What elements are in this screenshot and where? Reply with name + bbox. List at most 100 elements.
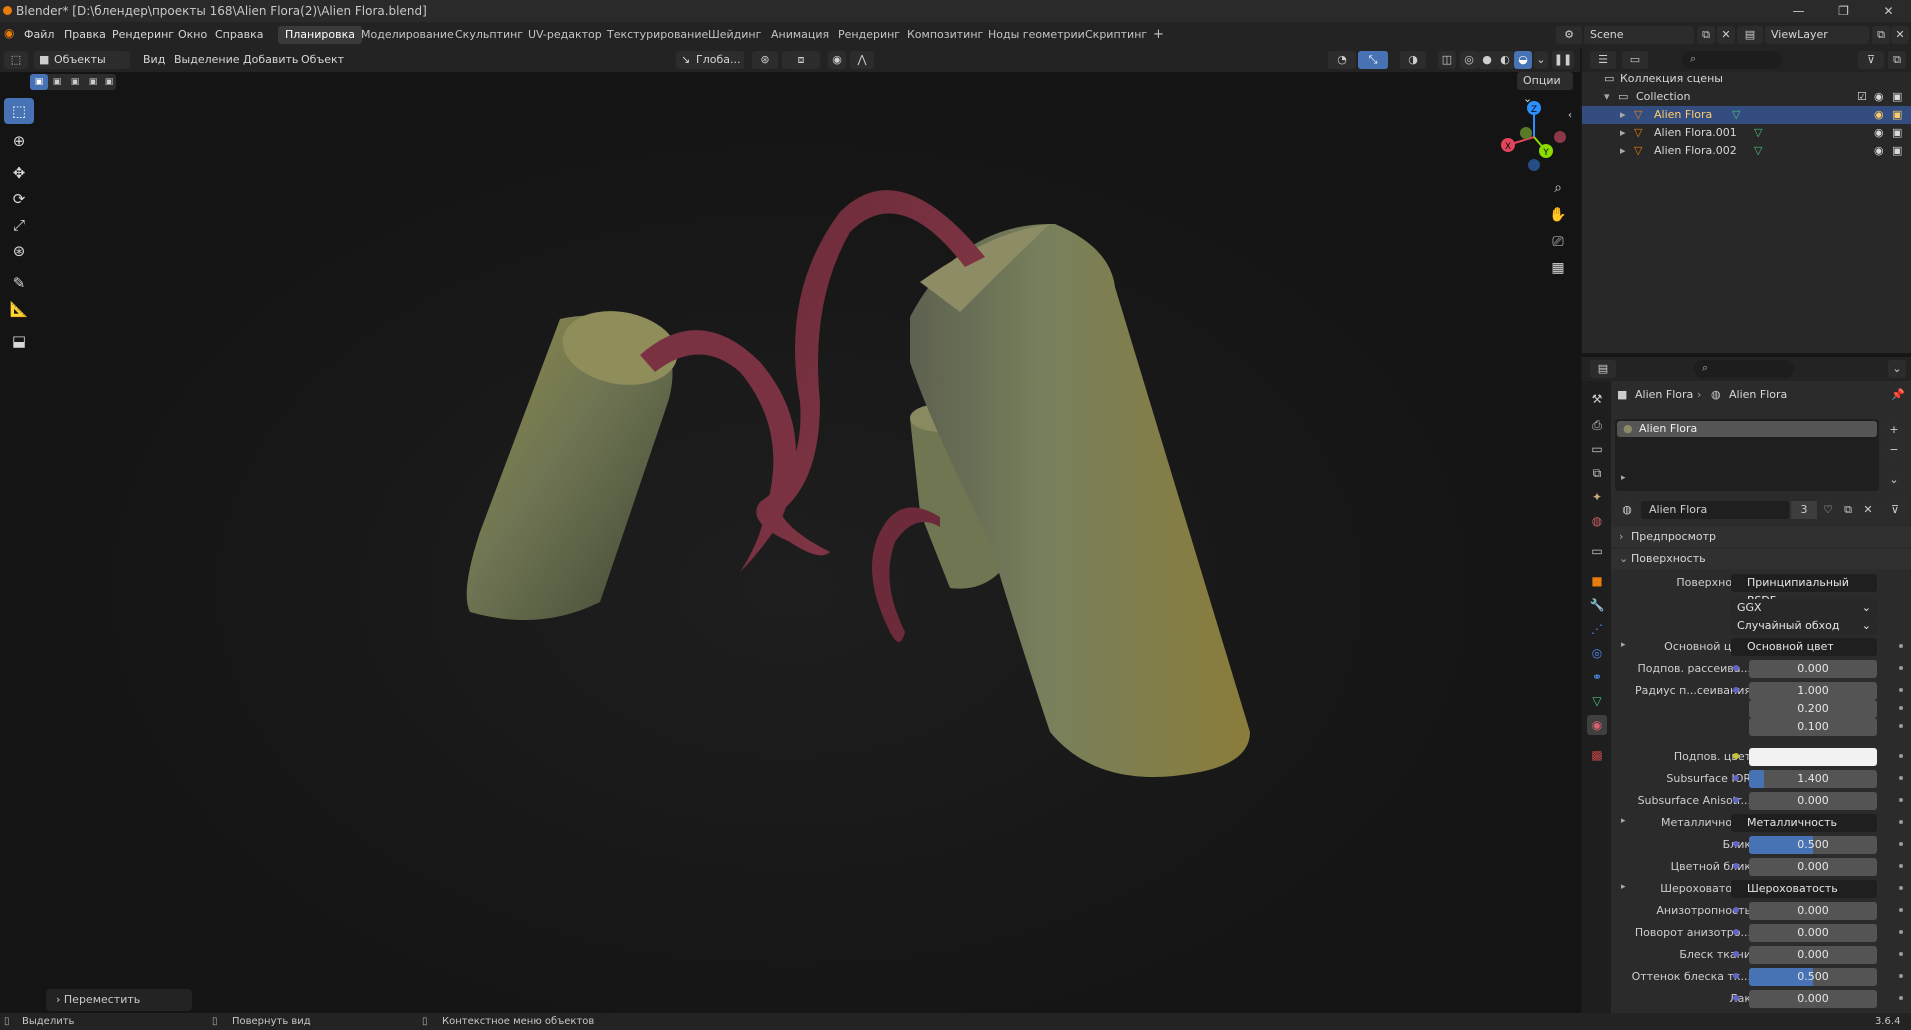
mesh-icon[interactable]: ▽	[1732, 106, 1740, 124]
value-slider[interactable]: 0.000	[1749, 902, 1877, 920]
shading-rendered-icon[interactable]: ◒	[1514, 51, 1532, 69]
visibility-icon[interactable]: ◔	[1328, 51, 1356, 69]
tab-scripting[interactable]: Скриптинг	[1078, 26, 1154, 44]
overlay-toggle-icon[interactable]: ◑	[1400, 51, 1426, 69]
outliner-editor-icon[interactable]: ☰	[1590, 51, 1616, 69]
new-scene-icon[interactable]: ⧉	[1697, 26, 1715, 44]
pivot-point-icon[interactable]: ⊛	[752, 51, 778, 69]
collapse-sidebar-icon[interactable]: ‹	[1563, 104, 1577, 128]
value-slider[interactable]: 0.000	[1749, 924, 1877, 942]
value-slider[interactable]: 0.000	[1749, 660, 1877, 678]
fake-user-icon[interactable]: ♡	[1819, 501, 1837, 519]
outliner-collection[interactable]: ▾ ▭ Collection ☑ ◉ ▣	[1582, 88, 1911, 106]
menu-object[interactable]: Объект	[301, 53, 344, 66]
keyframe-dot[interactable]	[1899, 644, 1903, 648]
keyframe-dot[interactable]	[1899, 864, 1903, 868]
socket-icon[interactable]	[1733, 995, 1739, 1001]
link-mode-icon[interactable]: ⊽	[1883, 501, 1907, 519]
linked-input-field[interactable]: Металличность	[1731, 814, 1877, 832]
new-collection-icon[interactable]: ⧉	[1888, 51, 1906, 69]
shading-wireframe-icon[interactable]: ◎	[1460, 51, 1478, 69]
exclude-checkbox[interactable]: ☑	[1857, 88, 1867, 106]
material-slot-item[interactable]: ● Alien Flora	[1617, 421, 1877, 437]
surface-shader-field[interactable]: Принципиальный BSDF	[1731, 574, 1877, 607]
keyframe-dot[interactable]	[1899, 820, 1903, 824]
socket-icon[interactable]	[1733, 841, 1739, 847]
value-slider[interactable]: 0.500	[1749, 836, 1877, 854]
display-mode-icon[interactable]: ▭	[1622, 51, 1648, 69]
tab-modeling[interactable]: Моделирование	[354, 26, 461, 44]
menu-file[interactable]: Файл	[24, 28, 54, 41]
hand-pan-icon[interactable]: ✋	[1546, 203, 1570, 227]
tab-animation[interactable]: Анимация	[764, 26, 836, 44]
eye-icon[interactable]: ◉	[1874, 124, 1884, 142]
constraints-tab-icon[interactable]: ⚭	[1587, 667, 1607, 687]
expand-input-icon[interactable]: ▸	[1621, 816, 1626, 826]
render-tab-icon[interactable]: ⎙	[1587, 415, 1607, 435]
remove-slot-button[interactable]: −	[1885, 441, 1903, 459]
keyframe-dot[interactable]	[1899, 798, 1903, 802]
value-slider[interactable]: 0.000	[1749, 990, 1877, 1008]
value-slider[interactable]: 0.000	[1749, 792, 1877, 810]
properties-search-input[interactable]: ⌕	[1694, 360, 1794, 378]
keyframe-dot[interactable]	[1899, 724, 1903, 728]
keyframe-dot[interactable]	[1899, 886, 1903, 890]
menu-render[interactable]: Рендеринг	[112, 28, 174, 41]
menu-help[interactable]: Справка	[215, 28, 263, 41]
unlink-material-icon[interactable]: ✕	[1859, 501, 1877, 519]
tab-sculpting[interactable]: Скульптинг	[448, 26, 530, 44]
grid-icon[interactable]: ▦	[1546, 256, 1570, 280]
tab-layout[interactable]: Планировка	[278, 26, 362, 44]
socket-icon[interactable]	[1733, 929, 1739, 935]
proportional-edit-icon[interactable]: ◉	[828, 51, 846, 69]
camera-render-icon[interactable]: ▣	[1892, 142, 1902, 160]
duplicate-material-icon[interactable]: ⧉	[1839, 501, 1857, 519]
wrench-icon[interactable]: 🔧	[1587, 595, 1607, 615]
tab-compositing[interactable]: Композитинг	[900, 26, 990, 44]
shading-options-icon[interactable]: ⌄	[1534, 51, 1548, 69]
socket-icon[interactable]	[1733, 753, 1739, 759]
keyframe-dot[interactable]	[1899, 688, 1903, 692]
filter-icon[interactable]: ⊽	[1858, 51, 1884, 69]
menu-select[interactable]: Выделение	[174, 53, 240, 66]
socket-icon[interactable]	[1733, 951, 1739, 957]
mode-selector[interactable]: ■ Объекты	[34, 51, 130, 69]
outliner-scene-collection[interactable]: ▭ Коллекция сцены	[1582, 70, 1911, 88]
pin-icon[interactable]: 📌	[1891, 385, 1905, 405]
value-slider[interactable]: 1.400	[1749, 770, 1877, 788]
expand-input-icon[interactable]: ▸	[1621, 640, 1626, 650]
keyframe-dot[interactable]	[1899, 842, 1903, 846]
camera-render-icon[interactable]: ▣	[1892, 124, 1902, 142]
keyframe-dot[interactable]	[1899, 754, 1903, 758]
linked-input-field[interactable]: Основной цвет	[1731, 638, 1877, 656]
value-slider[interactable]: 0.200	[1749, 700, 1877, 718]
socket-icon[interactable]	[1733, 775, 1739, 781]
scene-selector[interactable]: Scene	[1584, 26, 1694, 44]
subsurface-method-dropdown[interactable]: Случайный обход ⌄	[1731, 617, 1877, 635]
menu-view[interactable]: Вид	[143, 53, 165, 66]
linked-input-field[interactable]: Шероховатость	[1731, 880, 1877, 898]
output-tab-icon[interactable]: ▭	[1587, 439, 1607, 459]
view-layer-icon[interactable]: ▤	[1737, 26, 1763, 44]
keyframe-dot[interactable]	[1899, 974, 1903, 978]
value-slider[interactable]: 0.000	[1749, 946, 1877, 964]
value-slider[interactable]: 0.100	[1749, 718, 1877, 736]
user-count[interactable]: 3	[1791, 501, 1817, 519]
camera-render-icon[interactable]: ▣	[1892, 106, 1902, 124]
camera-render-icon[interactable]: ▣	[1892, 88, 1902, 106]
menu-edit[interactable]: Правка	[64, 28, 106, 41]
socket-icon[interactable]	[1733, 907, 1739, 913]
mesh-icon[interactable]: ▽	[1754, 124, 1762, 142]
tab-geometry-nodes[interactable]: Ноды геометрии	[981, 26, 1092, 44]
eye-icon[interactable]: ◉	[1874, 142, 1884, 160]
keyframe-dot[interactable]	[1899, 706, 1903, 710]
tool-tab-icon[interactable]: ⚒	[1587, 389, 1607, 409]
gizmo-toggle-icon[interactable]: ⤡	[1358, 51, 1388, 69]
keyframe-dot[interactable]	[1899, 776, 1903, 780]
particles-tab-icon[interactable]: ⋰	[1587, 619, 1607, 639]
close-button[interactable]: ✕	[1866, 0, 1911, 22]
outliner-search-input[interactable]: ⌕	[1682, 51, 1782, 69]
material-icon[interactable]: ◉	[1587, 715, 1607, 735]
preview-panel-header[interactable]: › Предпросмотр	[1611, 527, 1911, 547]
shading-material-icon[interactable]: ◐	[1496, 51, 1514, 69]
